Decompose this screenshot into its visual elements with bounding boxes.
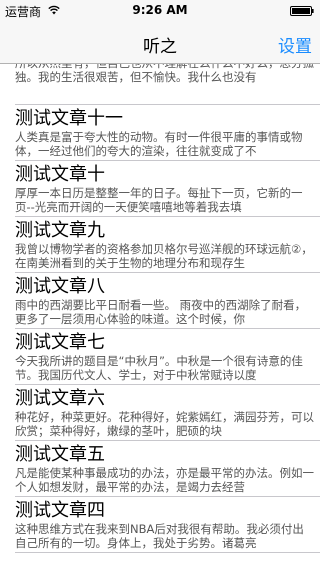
article-row[interactable]: 测试文章四 这种思维方式在我来到NBA后对我很有帮助。我必须付出自己所有的一切。身… (0, 497, 320, 553)
article-row[interactable]: 测试文章六 种花好，种菜更好。花种得好，姹紫嫣红，满园芬芳，可以欣赏；菜种得好，嫩… (0, 385, 320, 441)
status-bar: 运营商 9:26 AM (0, 0, 320, 20)
article-excerpt: 人类真是富于夸大性的动物。有时一件很平庸的事情或物体，一经过他们的夸大的渲染，往… (15, 130, 303, 158)
article-row[interactable]: 测试文章十 厚厚一本日历是整整一年的日子。每扯下一页，它新的一页--光亮而开阔的一… (0, 161, 320, 217)
article-excerpt: 雨中的西湖要比平日耐看一些。 雨夜中的西湖除了耐看，更多了一层须用心体验的味道。… (15, 298, 307, 326)
page-title: 听之 (143, 37, 177, 57)
article-row[interactable]: 测试文章七 今天我所讲的题目是“中秋月”。中秋是一个很有诗意的佳节。我国历代文人、… (0, 329, 320, 385)
article-title: 测试文章六 (15, 388, 105, 409)
status-time: 9:26 AM (132, 3, 188, 17)
article-list[interactable]: 所以从然里有，但自己也从不理解在么什么不好么，总分孤独。我的生活很艰苦，但不愉快… (0, 64, 320, 568)
article-row[interactable]: 测试文章十一 人类真是富于夸大性的动物。有时一件很平庸的事情或物体，一经过他们的夸… (0, 105, 320, 161)
article-title: 测试文章十一 (15, 108, 123, 129)
article-excerpt: 所以从然里有，但自己也从不理解在么什么不好么，总分孤独。我的生活很艰苦，但不愉快… (15, 64, 314, 84)
article-title: 测试文章十 (15, 164, 105, 185)
article-row[interactable]: 测试文章九 我曾以博物学者的资格参加贝格尔号巡洋舰的环球远航②，在南美洲看到的关于… (0, 217, 320, 273)
article-excerpt: 种花好，种菜更好。花种得好，姹紫嫣红，满园芬芳，可以欣赏；菜种得好，嫩绿的茎叶，… (15, 410, 314, 438)
article-title: 测试文章四 (15, 500, 105, 521)
article-excerpt: 这种思维方式在我来到NBA后对我很有帮助。我必须付出自己所有的一切。身体上，我处… (15, 522, 304, 550)
article-title: 测试文章五 (15, 444, 105, 465)
article-excerpt: 今天我所讲的题目是“中秋月”。中秋是一个很有诗意的佳节。我国历代文人、学士，对于… (15, 354, 303, 382)
navigation-bar: 听之 设置 (0, 20, 320, 64)
settings-button[interactable]: 设置 (278, 32, 312, 57)
article-excerpt: 我曾以博物学者的资格参加贝格尔号巡洋舰的环球远航②，在南美洲看到的关于生物的地理… (15, 242, 313, 270)
article-excerpt: 凡是能使某种事最成功的办法，亦是最平常的办法。例如一个人如想发财，最平常的办法，… (15, 466, 314, 494)
article-title: 测试文章八 (15, 276, 105, 297)
article-row[interactable]: 测试文章五 凡是能使某种事最成功的办法，亦是最平常的办法。例如一个人如想发财，最平… (0, 441, 320, 497)
article-title: 测试文章九 (15, 220, 105, 241)
article-title: 测试文章七 (15, 332, 105, 353)
article-row[interactable]: 所以从然里有，但自己也从不理解在么什么不好么，总分孤独。我的生活很艰苦，但不愉快… (0, 64, 320, 105)
article-list-content: 所以从然里有，但自己也从不理解在么什么不好么，总分孤独。我的生活很艰苦，但不愉快… (0, 64, 320, 553)
battery-icon (290, 6, 314, 16)
article-excerpt: 厚厚一本日历是整整一年的日子。每扯下一页，它新的一页--光亮而开阔的一天便笑嘻嘻… (15, 186, 303, 214)
article-row[interactable]: 测试文章八 雨中的西湖要比平日耐看一些。 雨夜中的西湖除了耐看，更多了一层须用心体… (0, 273, 320, 329)
